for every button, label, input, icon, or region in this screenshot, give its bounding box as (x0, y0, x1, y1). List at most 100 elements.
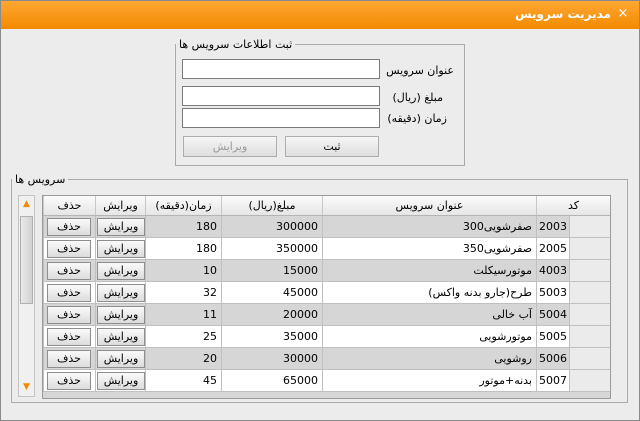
row-header[interactable] (569, 260, 610, 282)
close-icon[interactable]: × (615, 6, 631, 22)
delete-row-button[interactable]: حذف (47, 262, 91, 280)
delete-cell: حذف (43, 216, 95, 238)
price-cell: 30000 (221, 348, 322, 370)
window-title: مدیریت سرویس (515, 7, 611, 21)
row-header[interactable] (569, 348, 610, 370)
price-cell: 20000 (221, 304, 322, 326)
code-cell: 2003 (536, 216, 569, 238)
price-cell: 300000 (221, 216, 322, 238)
service-management-window: مدیریت سرویس × ثبت اطلاعات سرویس ها عنوا… (0, 0, 640, 421)
column-header-code[interactable]: کد (536, 196, 610, 215)
delete-row-button[interactable]: حذف (47, 372, 91, 390)
service-price-label: مبلغ (ریال) (392, 91, 443, 104)
edit-row-button[interactable]: ویرایش (97, 284, 145, 302)
column-header-title[interactable]: عنوان سرویس (322, 196, 536, 215)
delete-row-button[interactable]: حذف (47, 218, 91, 236)
edit-row-button[interactable]: ویرایش (97, 306, 145, 324)
delete-cell: حذف (43, 326, 95, 348)
grid-header: حذف ویرایش زمان(دقیقه) مبلغ(ریال) عنوان … (43, 196, 610, 216)
row-header[interactable] (569, 216, 610, 238)
edit-row-button[interactable]: ویرایش (97, 218, 145, 236)
column-header-price[interactable]: مبلغ(ریال) (221, 196, 322, 215)
column-header-time[interactable]: زمان(دقیقه) (145, 196, 221, 215)
code-cell: 4003 (536, 260, 569, 282)
title-cell: موتورسیکلت (322, 260, 536, 282)
edit-row-button[interactable]: ویرایش (97, 262, 145, 280)
time-cell: 11 (145, 304, 221, 326)
service-time-input[interactable] (182, 108, 380, 128)
table-row[interactable]: حذف ویرایش 45 65000 بدنه+موتور 5007 (43, 370, 610, 392)
row-header[interactable] (569, 238, 610, 260)
price-cell: 65000 (221, 370, 322, 392)
table-row[interactable]: حذف ویرایش 180 300000 صفرشویی300 2003 (43, 216, 610, 238)
time-cell: 180 (145, 238, 221, 260)
row-header[interactable] (569, 370, 610, 392)
row-header[interactable] (569, 304, 610, 326)
column-header-edit[interactable]: ویرایش (95, 196, 145, 215)
time-cell: 25 (145, 326, 221, 348)
delete-cell: حذف (43, 282, 95, 304)
service-title-label: عنوان سرویس (386, 64, 454, 77)
time-cell: 32 (145, 282, 221, 304)
table-row[interactable]: حذف ویرایش 180 350000 صفرشویی350 2005 (43, 238, 610, 260)
code-cell: 5007 (536, 370, 569, 392)
price-cell: 15000 (221, 260, 322, 282)
delete-cell: حذف (43, 348, 95, 370)
edit-row-button[interactable]: ویرایش (97, 372, 145, 390)
title-cell: روشویی (322, 348, 536, 370)
table-row[interactable]: حذف ویرایش 20 30000 روشویی 5006 (43, 348, 610, 370)
edit-cell: ویرایش (95, 370, 145, 392)
title-cell: صفرشویی300 (322, 216, 536, 238)
submit-button[interactable]: ثبت (285, 136, 379, 157)
edit-cell: ویرایش (95, 348, 145, 370)
delete-row-button[interactable]: حذف (47, 350, 91, 368)
time-cell: 10 (145, 260, 221, 282)
edit-cell: ویرایش (95, 238, 145, 260)
vertical-scrollbar[interactable]: ▲ ▼ (18, 195, 35, 397)
edit-button[interactable]: ویرایش (183, 136, 277, 157)
services-list-legend: سرویس ها (15, 173, 66, 186)
table-row[interactable]: حذف ویرایش 10 15000 موتورسیکلت 4003 (43, 260, 610, 282)
table-row[interactable]: حذف ویرایش 25 35000 موتورشویی 5005 (43, 326, 610, 348)
arrow-up-icon[interactable]: ▲ (19, 197, 34, 212)
edit-cell: ویرایش (95, 282, 145, 304)
price-cell: 35000 (221, 326, 322, 348)
delete-row-button[interactable]: حذف (47, 240, 91, 258)
edit-cell: ویرایش (95, 326, 145, 348)
edit-row-button[interactable]: ویرایش (97, 328, 145, 346)
delete-row-button[interactable]: حذف (47, 306, 91, 324)
edit-cell: ویرایش (95, 304, 145, 326)
arrow-down-icon[interactable]: ▼ (19, 380, 34, 395)
service-title-input[interactable] (182, 59, 380, 79)
edit-cell: ویرایش (95, 260, 145, 282)
edit-row-button[interactable]: ویرایش (97, 350, 145, 368)
row-header[interactable] (569, 282, 610, 304)
title-cell: موتورشویی (322, 326, 536, 348)
delete-cell: حذف (43, 304, 95, 326)
time-cell: 20 (145, 348, 221, 370)
delete-cell: حذف (43, 370, 95, 392)
time-cell: 180 (145, 216, 221, 238)
delete-row-button[interactable]: حذف (47, 284, 91, 302)
services-grid: حذف ویرایش زمان(دقیقه) مبلغ(ریال) عنوان … (42, 195, 611, 399)
code-cell: 5005 (536, 326, 569, 348)
service-form-legend: ثبت اطلاعات سرویس ها (179, 38, 293, 51)
column-header-delete[interactable]: حذف (43, 196, 95, 215)
edit-cell: ویرایش (95, 216, 145, 238)
delete-row-button[interactable]: حذف (47, 328, 91, 346)
title-cell: بدنه+موتور (322, 370, 536, 392)
table-row[interactable]: حذف ویرایش 32 45000 طرح(جارو بدنه واکس) 5003 (43, 282, 610, 304)
title-cell: طرح(جارو بدنه واکس) (322, 282, 536, 304)
scroll-thumb[interactable] (20, 216, 33, 304)
edit-row-button[interactable]: ویرایش (97, 240, 145, 258)
price-cell: 350000 (221, 238, 322, 260)
title-cell: آب خالی (322, 304, 536, 326)
table-row[interactable]: حذف ویرایش 11 20000 آب خالی 5004 (43, 304, 610, 326)
service-price-input[interactable] (182, 86, 380, 106)
delete-cell: حذف (43, 238, 95, 260)
code-cell: 5003 (536, 282, 569, 304)
row-header[interactable] (569, 326, 610, 348)
table-row-partial (43, 392, 610, 398)
time-cell: 45 (145, 370, 221, 392)
title-cell: صفرشویی350 (322, 238, 536, 260)
